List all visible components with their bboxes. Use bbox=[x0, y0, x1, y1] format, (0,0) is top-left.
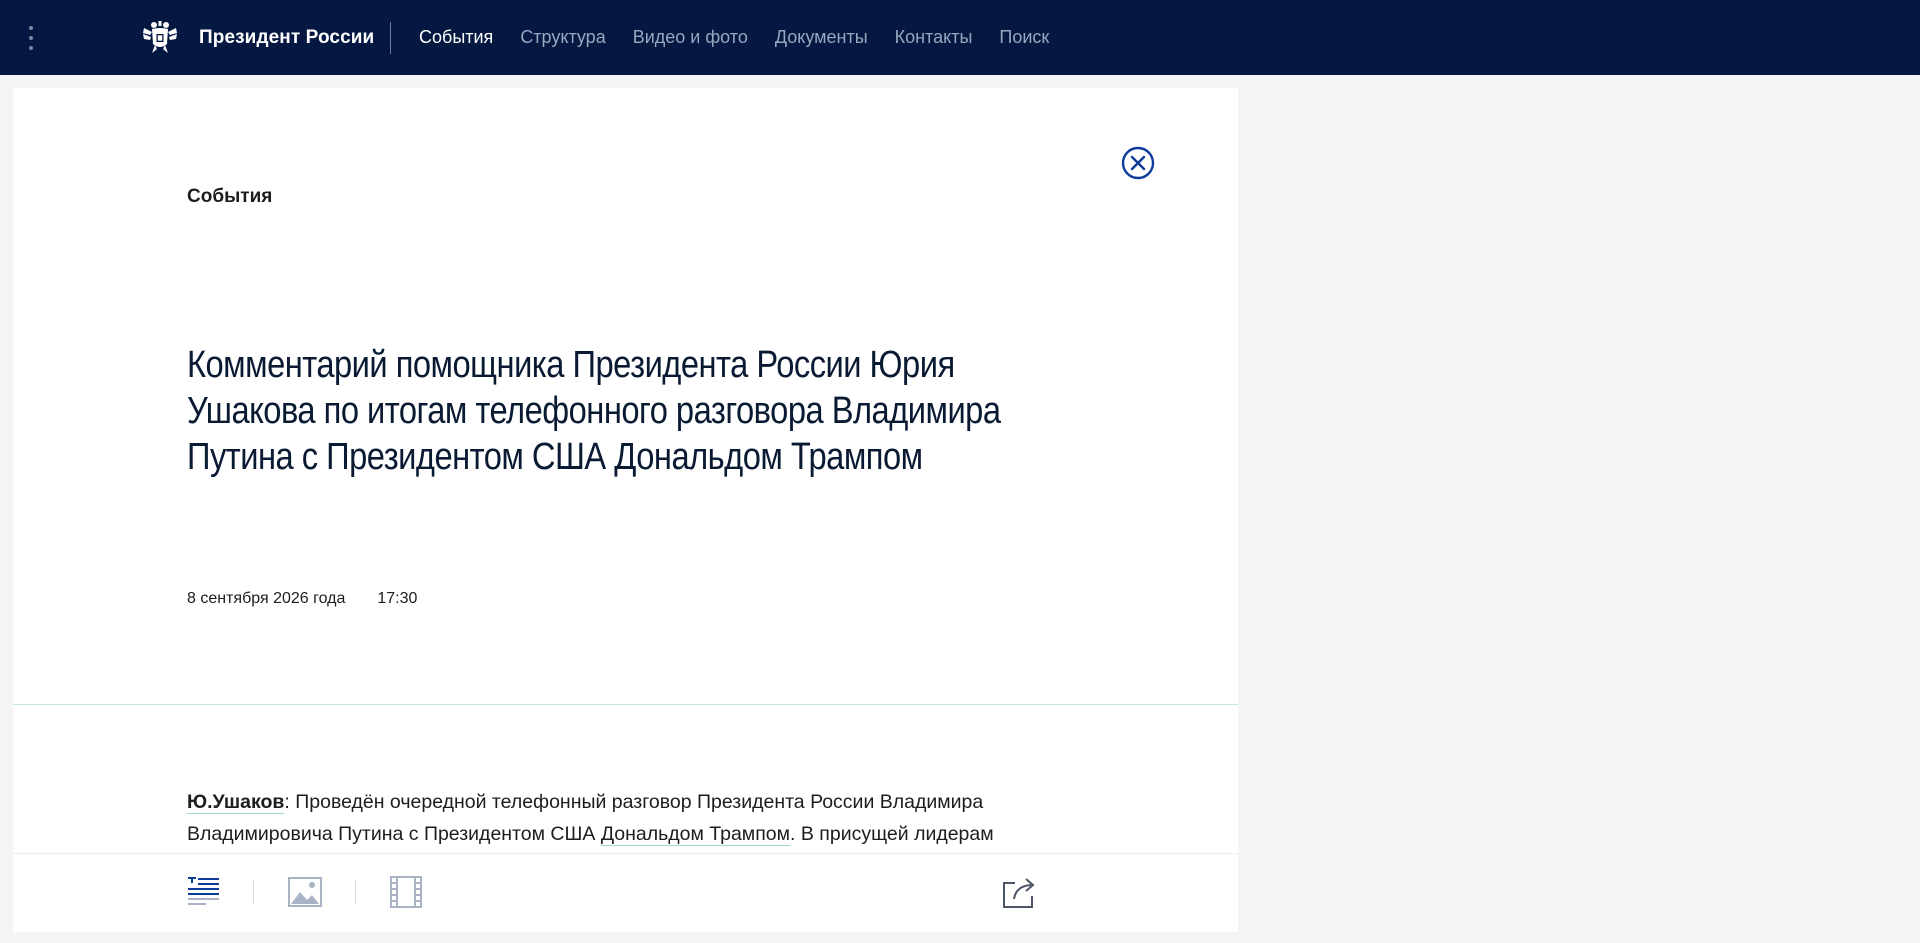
body-text-part: . В присущей лидерам bbox=[790, 823, 994, 845]
view-toolbar bbox=[13, 853, 1238, 932]
coat-of-arms-icon[interactable] bbox=[141, 18, 179, 56]
speaker-link[interactable]: Ю.Ушаков bbox=[187, 791, 285, 814]
article-time: 17:30 bbox=[377, 590, 418, 607]
menu-dot bbox=[29, 36, 33, 40]
toolbar-separator bbox=[253, 880, 254, 904]
menu-dot bbox=[29, 46, 33, 50]
site-title[interactable]: Президент России bbox=[199, 27, 374, 49]
nav-separator bbox=[390, 22, 391, 54]
close-icon[interactable] bbox=[1121, 146, 1155, 180]
article-card: События Комментарий помощника Президента… bbox=[13, 88, 1238, 932]
video-icon[interactable] bbox=[388, 874, 424, 910]
article-meta: 8 сентября 2026 года 17:30 bbox=[187, 590, 417, 608]
article-body: Ю.Ушаков: Проведён очередной телефонный … bbox=[187, 786, 1067, 850]
text-view-icon[interactable] bbox=[186, 874, 222, 910]
menu-dots-icon[interactable] bbox=[28, 26, 34, 50]
share-icon[interactable] bbox=[1001, 874, 1037, 910]
nav-item-contacts[interactable]: Контакты bbox=[895, 27, 973, 48]
photo-icon[interactable] bbox=[287, 874, 323, 910]
top-navigation-bar: Президент России События Структура Видео… bbox=[0, 0, 1920, 75]
article-date: 8 сентября 2026 года bbox=[187, 590, 346, 607]
header-divider bbox=[13, 704, 1238, 705]
article-title: Комментарий помощника Президента России … bbox=[187, 344, 1001, 478]
menu-dot bbox=[29, 26, 33, 30]
section-label[interactable]: События bbox=[187, 186, 272, 208]
toolbar-separator bbox=[355, 880, 356, 904]
nav-item-events[interactable]: События bbox=[419, 27, 493, 48]
main-nav: События Структура Видео и фото Документы… bbox=[419, 27, 1076, 48]
person-link[interactable]: Дональдом Трампом bbox=[600, 823, 791, 846]
nav-item-structure[interactable]: Структура bbox=[520, 27, 605, 48]
nav-item-documents[interactable]: Документы bbox=[775, 27, 868, 48]
nav-item-search[interactable]: Поиск bbox=[999, 27, 1049, 48]
nav-item-video-photo[interactable]: Видео и фото bbox=[633, 27, 748, 48]
